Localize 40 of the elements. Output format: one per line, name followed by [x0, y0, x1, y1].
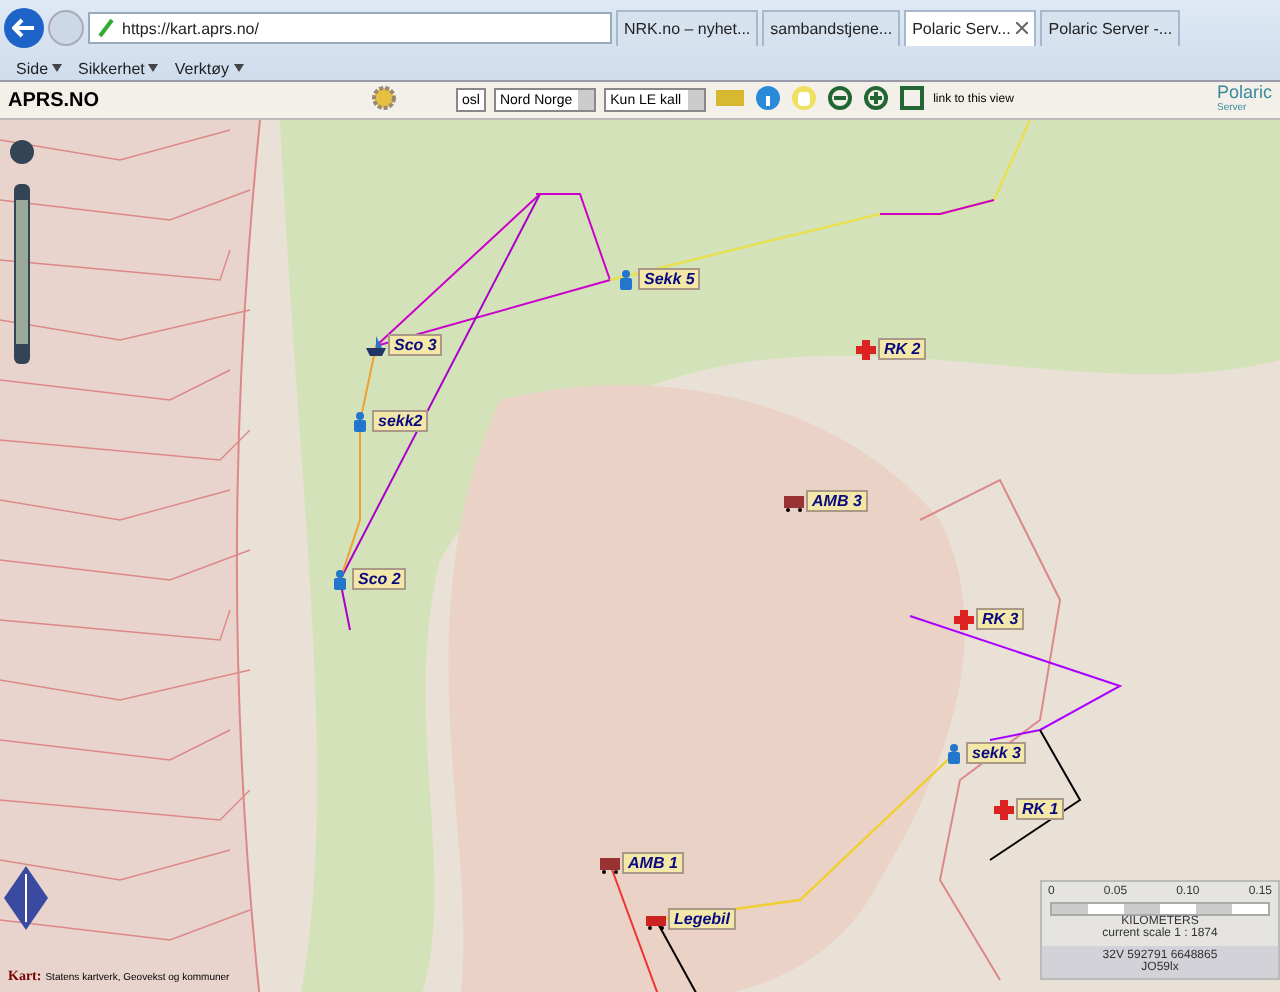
- logo-text: Polaric: [1216, 84, 1272, 100]
- caret-icon[interactable]: [148, 64, 159, 72]
- menu-item[interactable]: Side: [16, 59, 49, 77]
- zoom-out-icon[interactable]: [825, 84, 854, 116]
- address-bar[interactable]: https://kart.aprs.no/: [88, 12, 612, 44]
- browser-tab[interactable]: Polaric Server -...: [1040, 10, 1181, 46]
- caret-icon[interactable]: [233, 64, 243, 72]
- cross-icon[interactable]: [954, 609, 974, 629]
- zoom-in-icon[interactable]: [861, 84, 890, 116]
- station-label[interactable]: AMB 3: [806, 490, 868, 512]
- menu-item[interactable]: Verktøy: [174, 59, 229, 77]
- station-label[interactable]: Legebil: [668, 908, 737, 930]
- info-icon[interactable]: [753, 84, 782, 116]
- cross-icon[interactable]: [994, 799, 1014, 819]
- station-label[interactable]: RK 1: [1016, 798, 1065, 820]
- app-title: APRS.NO: [8, 89, 102, 111]
- station-label[interactable]: RK 3: [976, 608, 1025, 630]
- station-label[interactable]: Sekk 5: [638, 268, 701, 290]
- person-icon[interactable]: [350, 411, 370, 431]
- station-label[interactable]: AMB 1: [622, 852, 684, 874]
- caret-icon[interactable]: [52, 64, 63, 72]
- station-label[interactable]: Sco 3: [388, 334, 443, 356]
- person-icon[interactable]: [944, 743, 964, 763]
- back-button[interactable]: [4, 8, 44, 48]
- station-label[interactable]: RK 2: [878, 338, 927, 360]
- station-label[interactable]: sekk 3: [966, 742, 1027, 764]
- boat-icon[interactable]: [366, 335, 386, 355]
- close-icon[interactable]: [1016, 20, 1029, 38]
- station-label[interactable]: Sco 2: [352, 568, 407, 590]
- cross-icon[interactable]: [856, 339, 876, 359]
- person-icon[interactable]: [616, 269, 636, 289]
- gear-icon[interactable]: [368, 84, 400, 116]
- browser-tab[interactable]: NRK.no – nyhet...: [616, 10, 759, 46]
- person-icon[interactable]: [330, 569, 350, 589]
- station-label[interactable]: sekk2: [372, 410, 429, 432]
- menu-item[interactable]: Sikkerhet: [78, 59, 145, 77]
- browser-tab[interactable]: sambandstjene...: [762, 10, 901, 46]
- zoom-extent-icon[interactable]: [897, 84, 926, 116]
- browser-tab[interactable]: Polaric Serv...: [904, 10, 1037, 46]
- back-arrow-icon[interactable]: [12, 18, 36, 38]
